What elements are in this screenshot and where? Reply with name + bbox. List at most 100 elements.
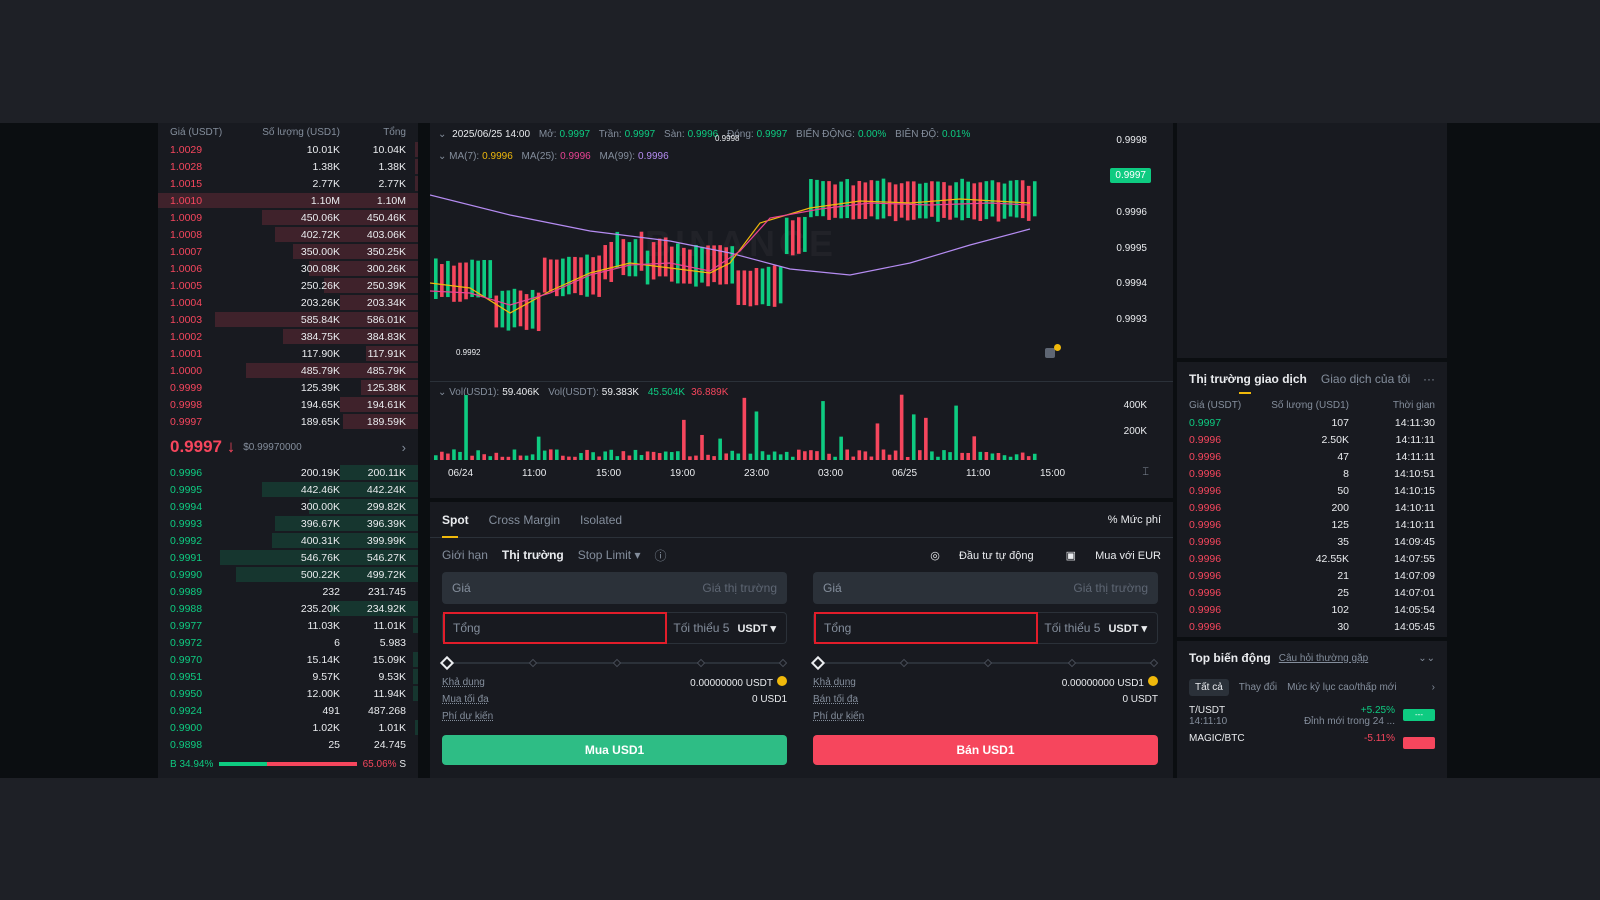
tab-isolated[interactable]: Isolated <box>580 502 622 538</box>
tab-stop-limit[interactable]: Stop Limit ▾ <box>578 548 641 562</box>
row-price: 1.0009 <box>170 211 203 224</box>
ask-row[interactable]: 0.9998 194.65K 194.61K <box>158 396 418 413</box>
ask-row[interactable]: 1.0002 384.75K 384.83K <box>158 328 418 345</box>
sell-slider[interactable] <box>810 652 1159 674</box>
sell-total-input[interactable]: Tổng <box>814 612 1038 644</box>
ask-row[interactable]: 1.0000 485.79K 485.79K <box>158 362 418 379</box>
buy-slider[interactable] <box>439 652 788 674</box>
sell-price-field[interactable]: Giá Giá thị trường <box>813 572 1158 604</box>
tab-limit[interactable]: Giới hạn <box>442 548 488 562</box>
ask-row[interactable]: 1.0010 1.10M 1.10M <box>158 192 418 209</box>
bid-row[interactable]: 0.9900 1.02K 1.01K <box>158 719 418 736</box>
bid-row[interactable]: 0.9977 11.03K 11.01K <box>158 617 418 634</box>
fee-link[interactable]: % Mức phí <box>1108 514 1161 526</box>
volume-bar <box>440 451 444 460</box>
chart-tool-icon[interactable] <box>1045 348 1055 358</box>
ask-row[interactable]: 0.9999 125.39K 125.38K <box>158 379 418 396</box>
ask-row[interactable]: 1.0009 450.06K 450.46K <box>158 209 418 226</box>
ask-row[interactable]: 1.0015 2.77K 2.77K <box>158 175 418 192</box>
ask-row[interactable]: 1.0028 1.38K 1.38K <box>158 158 418 175</box>
ask-row[interactable]: 1.0006 300.08K 300.26K <box>158 260 418 277</box>
volume-bar <box>464 395 468 460</box>
buy-eur-link[interactable]: ▣ Mua với EUR <box>1050 549 1161 562</box>
candle <box>778 266 783 304</box>
row-price: 0.9993 <box>170 517 203 530</box>
trade-price: 0.9996 <box>1189 450 1222 463</box>
row-total: 442.24K <box>366 483 406 496</box>
bid-row[interactable]: 0.9992 400.31K 399.99K <box>158 532 418 549</box>
sell-button[interactable]: Bán USD1 <box>813 735 1158 765</box>
volume-bar <box>688 456 692 460</box>
ask-list: 1.0029 10.01K 10.04K 1.0028 1.38K 1.38K 1.0015… <box>158 141 418 430</box>
chevron-right-icon[interactable]: › <box>402 440 406 455</box>
bid-row[interactable]: 0.9898 25 24.745 <box>158 736 418 753</box>
alert-dot-icon[interactable] <box>1054 344 1061 351</box>
bid-row[interactable]: 0.9995 442.46K 442.24K <box>158 481 418 498</box>
bid-row[interactable]: 0.9988 235.20K 234.92K <box>158 600 418 617</box>
sell-total-field[interactable]: Tổng Tối thiểu 5 USDT ▾ <box>813 612 1158 644</box>
more-icon[interactable]: ··· <box>1423 372 1435 386</box>
tab-market-trades[interactable]: Thị trường giao dịch <box>1189 372 1307 394</box>
faq-link[interactable]: Câu hỏi thường gặp <box>1279 653 1368 664</box>
trade-row: 0.9996 47 14:11:11 <box>1177 448 1447 465</box>
high-marker: 0.9998 <box>715 134 740 143</box>
buy-button[interactable]: Mua USD1 <box>442 735 787 765</box>
buy-unit-select[interactable]: USDT ▾ <box>737 622 776 635</box>
bid-row[interactable]: 0.9951 9.57K 9.53K <box>158 668 418 685</box>
row-total: 1.10M <box>376 194 406 207</box>
buy-price-field[interactable]: Giá Giá thị trường <box>442 572 787 604</box>
slider-knob[interactable] <box>810 655 826 671</box>
filter-change[interactable]: Thay đổi <box>1239 682 1277 693</box>
last-price-row[interactable]: 0.9997 ↓ $0.99970000 › <box>158 430 418 464</box>
ob-col-price: Giá (USDT) <box>170 126 223 138</box>
candle <box>754 267 759 306</box>
tab-spot[interactable]: Spot <box>442 502 469 538</box>
sell-unit-select[interactable]: USDT ▾ <box>1108 622 1147 635</box>
volume-bar <box>875 423 880 460</box>
add-funds-icon[interactable] <box>1148 676 1158 686</box>
candle <box>676 243 680 284</box>
auto-invest-link[interactable]: ◎ Đầu tư tự động <box>914 549 1033 562</box>
bid-row[interactable]: 0.9989 232 231.745 <box>158 583 418 600</box>
ask-row[interactable]: 1.0003 585.84K 586.01K <box>158 311 418 328</box>
tab-market[interactable]: Thị trường <box>502 548 564 562</box>
filter-all[interactable]: Tất cả <box>1189 678 1229 696</box>
ask-row[interactable]: 1.0007 350.00K 350.25K <box>158 243 418 260</box>
bid-row[interactable]: 0.9990 500.22K 499.72K <box>158 566 418 583</box>
trade-row: 0.9996 8 14:10:51 <box>1177 465 1447 482</box>
axis-settings-icon[interactable]: ⌶ <box>1142 466 1149 479</box>
mover-row[interactable]: MAGIC/BTC -5.11% <box>1177 727 1447 749</box>
top-movers: Top biến động Câu hỏi thường gặp ⌄⌄ Tất … <box>1177 641 1447 778</box>
mover-row[interactable]: T/USDT 14:11:10 +5.25% Đỉnh mới trong 24 ..… <box>1177 699 1447 727</box>
bid-row[interactable]: 0.9970 15.14K 15.09K <box>158 651 418 668</box>
slider-knob[interactable] <box>439 655 455 671</box>
tab-cross-margin[interactable]: Cross Margin <box>489 502 560 538</box>
bid-row[interactable]: 0.9950 12.00K 11.94K <box>158 685 418 702</box>
bid-row[interactable]: 0.9991 546.76K 546.27K <box>158 549 418 566</box>
bid-row[interactable]: 0.9994 300.00K 299.82K <box>158 498 418 515</box>
bid-row[interactable]: 0.9924 491 487.268 <box>158 702 418 719</box>
ask-row[interactable]: 1.0008 402.72K 403.06K <box>158 226 418 243</box>
buy-total-input[interactable]: Tổng <box>443 612 667 644</box>
bid-row[interactable]: 0.9996 200.19K 200.11K <box>158 464 418 481</box>
tab-my-trades[interactable]: Giao dịch của tôi <box>1321 372 1410 386</box>
bid-row[interactable]: 0.9972 6 5.983 <box>158 634 418 651</box>
volume-bar <box>821 401 825 460</box>
ask-row[interactable]: 1.0004 203.26K 203.34K <box>158 294 418 311</box>
ask-row[interactable]: 1.0001 117.90K 117.91K <box>158 345 418 362</box>
filter-new-high-low[interactable]: Mức kỷ lục cao/thấp mới <box>1287 682 1396 693</box>
expand-icon[interactable]: ⌄⌄ <box>1418 653 1435 664</box>
candle <box>972 183 977 220</box>
add-funds-icon[interactable] <box>777 676 787 686</box>
info-icon[interactable]: ⓘ <box>654 547 666 564</box>
mover-list: T/USDT 14:11:10 +5.25% Đỉnh mới trong 24 ..… <box>1177 699 1447 749</box>
ask-row[interactable]: 0.9997 189.65K 189.59K <box>158 413 418 430</box>
ask-row[interactable]: 1.0005 250.26K 250.39K <box>158 277 418 294</box>
ask-row[interactable]: 1.0029 10.01K 10.04K <box>158 141 418 158</box>
row-total: 450.46K <box>366 211 406 224</box>
x-tick: 23:00 <box>744 468 770 479</box>
buy-total-field[interactable]: Tổng Tối thiểu 5 USDT ▾ <box>442 612 787 644</box>
bid-row[interactable]: 0.9993 396.67K 396.39K <box>158 515 418 532</box>
auto-invest-icon: ◎ <box>930 549 940 562</box>
chevron-right-icon[interactable]: › <box>1432 682 1435 693</box>
